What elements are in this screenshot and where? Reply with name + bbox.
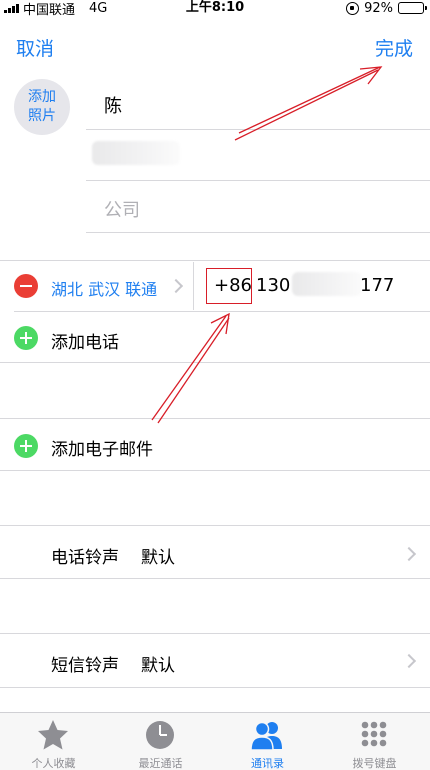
arrow-to-done-button (234, 69, 379, 141)
clock-icon (146, 721, 174, 749)
tab-contacts-label: 通讯录 (251, 757, 284, 770)
tab-favorites[interactable]: 个人收藏 (0, 713, 107, 770)
tab-contacts[interactable]: 通讯录 (214, 713, 321, 770)
contacts-icon (250, 721, 282, 751)
arrow-to-country-code (151, 315, 227, 421)
tab-recents-label: 最近通话 (138, 757, 183, 770)
tab-favorites-label: 个人收藏 (31, 757, 76, 770)
annotation-arrows (151, 66, 383, 424)
tab-recents[interactable]: 最近通话 (107, 713, 214, 770)
keypad-icon (361, 721, 387, 747)
star-icon (38, 720, 68, 750)
tab-keypad[interactable]: 拨号键盘 (321, 713, 428, 770)
tab-bar: 个人收藏 最近通话 通讯录 拨号键盘 (0, 712, 430, 770)
tab-keypad-label: 拨号键盘 (352, 757, 397, 770)
